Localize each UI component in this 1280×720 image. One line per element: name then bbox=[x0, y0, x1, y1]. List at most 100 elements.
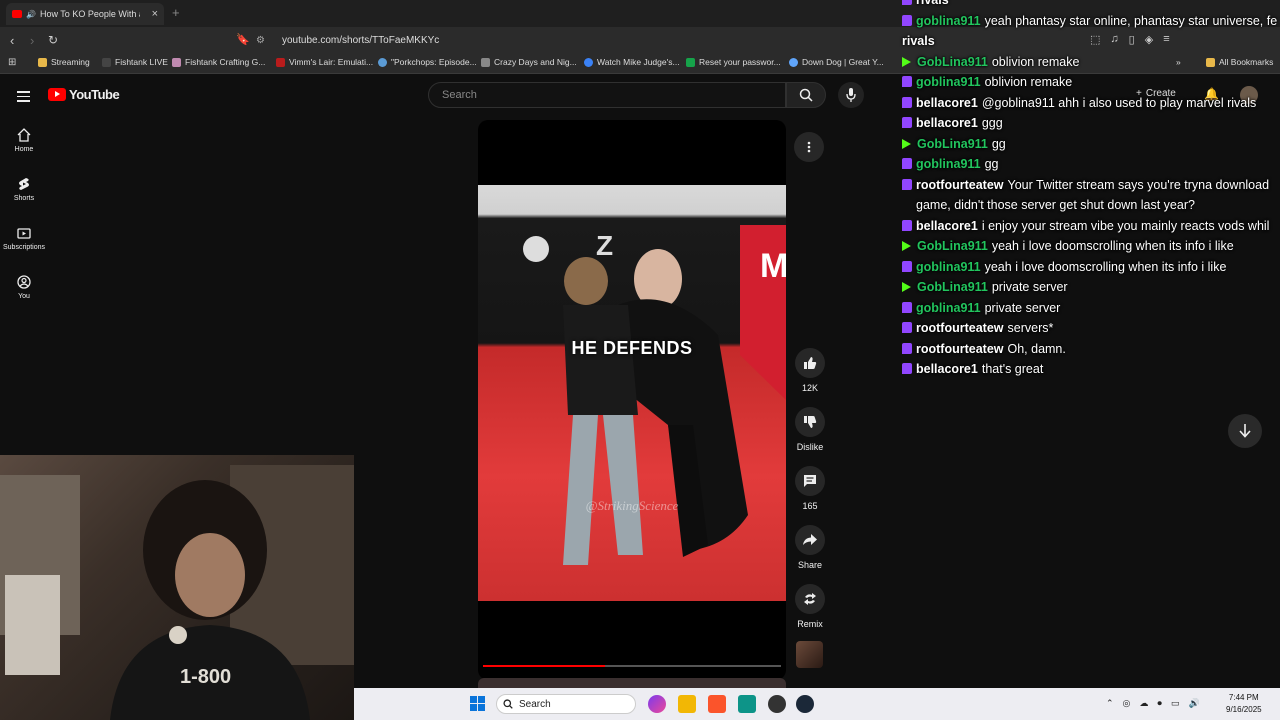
spreadsheet-app-icon[interactable] bbox=[738, 695, 756, 713]
microphone-icon[interactable]: ⏺ bbox=[1157, 698, 1162, 709]
steam-icon[interactable] bbox=[796, 695, 814, 713]
sidebar-item-shorts[interactable]: Shorts bbox=[0, 177, 48, 202]
chat-message: rivals bbox=[902, 34, 939, 48]
new-tab-icon[interactable]: + bbox=[172, 5, 180, 20]
chat-text: servers* bbox=[1007, 321, 1054, 335]
like-button[interactable]: 12K bbox=[790, 348, 830, 393]
close-tab-icon[interactable]: × bbox=[152, 8, 158, 20]
svg-text:M: M bbox=[760, 247, 786, 285]
voice-search-button[interactable] bbox=[838, 82, 864, 108]
bookmark-item[interactable]: Reset your passwor... bbox=[686, 57, 781, 67]
video-progress-bar[interactable] bbox=[483, 665, 781, 667]
chat-text: Your Twitter stream says you're tryna do… bbox=[1007, 177, 1270, 192]
chat-username: rivals bbox=[902, 34, 935, 48]
display-icon[interactable]: ▭ bbox=[1171, 698, 1180, 709]
copilot-icon[interactable] bbox=[648, 695, 666, 713]
chat-username: bellacore1 bbox=[916, 95, 978, 110]
video-watermark: @StrikingScience bbox=[585, 498, 679, 513]
dislike-button[interactable]: Dislike bbox=[790, 407, 830, 452]
chat-text: gg bbox=[991, 136, 1006, 151]
sidebar-item-subscriptions[interactable]: Subscriptions bbox=[0, 226, 48, 251]
chat-message: game, didn't those server get shut down … bbox=[916, 198, 1195, 212]
tab-title: How To KO People With a Cl... bbox=[39, 9, 140, 19]
obs-icon[interactable] bbox=[768, 695, 786, 713]
chat-message: goblina911 private server bbox=[902, 301, 1060, 315]
microphone-icon bbox=[846, 88, 856, 102]
chat-username: GobLina911 bbox=[917, 239, 988, 253]
bookmark-item[interactable]: Watch Mike Judge's... bbox=[584, 57, 680, 67]
chat-username: goblina911 bbox=[916, 75, 981, 89]
site-favicon-icon bbox=[686, 57, 695, 67]
tray-app-icon[interactable]: ◎ bbox=[1123, 698, 1131, 709]
chat-text: Oh, damn. bbox=[1007, 341, 1066, 356]
browser-tab[interactable]: 🔊 How To KO People With a Cl... × bbox=[6, 3, 164, 25]
arrow-down-icon bbox=[1239, 424, 1251, 438]
bookmark-item[interactable]: Fishtank LIVE bbox=[102, 57, 168, 67]
apps-grid-icon[interactable]: ⊞ bbox=[8, 57, 16, 68]
chat-message: rootfourteatew Your Twitter stream says y… bbox=[902, 178, 1269, 192]
cloud-icon[interactable]: ☁ bbox=[1139, 698, 1148, 709]
search-box bbox=[428, 82, 786, 108]
share-button[interactable]: Share bbox=[790, 525, 830, 570]
address-bar[interactable]: ⚙ youtube.com/shorts/TToFaeMKKYc bbox=[256, 31, 896, 49]
chat-text: yeah i love doomscrolling when its info … bbox=[991, 239, 1234, 253]
remix-button[interactable]: Remix bbox=[790, 584, 830, 629]
file-explorer-icon[interactable] bbox=[678, 695, 696, 713]
bookmark-item[interactable]: Down Dog | Great Y... bbox=[789, 57, 884, 67]
video-frame: M Z bbox=[478, 185, 786, 601]
sidebar-item-you[interactable]: You bbox=[0, 275, 48, 300]
sidebar-item-home[interactable]: Home bbox=[0, 128, 48, 153]
chat-message: rivals bbox=[902, 0, 953, 7]
chat-text: @goblina911 ahh i also used to play marv… bbox=[981, 95, 1257, 110]
chat-message: goblina911 yeah i love doomscrolling when… bbox=[902, 260, 1226, 274]
reload-icon[interactable]: ↻ bbox=[48, 33, 58, 47]
chat-message: rootfourteatew servers* bbox=[902, 321, 1053, 335]
next-short-preview[interactable] bbox=[478, 678, 786, 688]
twitch-icon bbox=[902, 178, 912, 190]
dislike-label: Dislike bbox=[796, 442, 824, 452]
search-icon bbox=[799, 88, 813, 102]
chevron-up-icon[interactable]: ⌃ bbox=[1106, 698, 1114, 709]
chat-message: GobLina911 private server bbox=[902, 280, 1068, 294]
chat-username: rootfourteatew bbox=[916, 341, 1004, 356]
bookmark-item[interactable]: Streaming bbox=[38, 57, 90, 67]
sound-thumbnail[interactable] bbox=[796, 641, 823, 668]
forward-icon[interactable]: › bbox=[30, 33, 34, 48]
chat-username: rivals bbox=[916, 0, 949, 7]
thumbs-up-icon bbox=[804, 357, 817, 369]
url-text: youtube.com/shorts/TToFaeMKKYc bbox=[282, 34, 440, 46]
bookmark-icon[interactable]: 🔖 bbox=[236, 33, 250, 46]
chat-text: ggg bbox=[981, 116, 1003, 130]
remix-label: Remix bbox=[797, 619, 823, 629]
comments-button[interactable]: 165 bbox=[790, 466, 830, 511]
shorts-video-player[interactable]: M Z HE DEFENDS @StrikingScience bbox=[478, 120, 786, 680]
chat-username: rootfourteatew bbox=[916, 177, 1004, 192]
bookmark-item[interactable]: "Porkchops: Episode... bbox=[378, 57, 477, 67]
chat-username: goblina911 bbox=[916, 300, 981, 315]
comment-count: 165 bbox=[802, 501, 818, 511]
twitch-icon bbox=[902, 14, 912, 26]
windows-start-icon[interactable] bbox=[470, 696, 485, 711]
fish-icon bbox=[102, 57, 111, 67]
youtube-logo[interactable]: YouTube bbox=[48, 87, 120, 102]
bookmark-item[interactable]: Crazy Days and Nig... bbox=[481, 57, 577, 67]
bookmark-item[interactable]: Vimm's Lair: Emulati... bbox=[276, 57, 373, 67]
volume-icon[interactable]: 🔊 bbox=[1188, 698, 1199, 709]
chat-message: GobLina911 oblivion remake bbox=[902, 55, 1079, 69]
you-icon bbox=[17, 275, 31, 289]
hamburger-menu-icon[interactable] bbox=[17, 88, 30, 105]
site-info-icon[interactable]: ⚙ bbox=[256, 35, 272, 46]
scroll-to-bottom-button[interactable] bbox=[1228, 414, 1262, 448]
back-icon[interactable]: ‹ bbox=[10, 33, 14, 48]
system-clock[interactable]: 7:44 PM 9/16/2025 bbox=[1226, 692, 1262, 716]
chat-message: rootfourteatew Oh, damn. bbox=[902, 342, 1066, 356]
brave-browser-icon[interactable] bbox=[708, 695, 726, 713]
search-button[interactable] bbox=[786, 82, 826, 108]
search-input[interactable] bbox=[440, 88, 764, 102]
search-icon bbox=[503, 699, 513, 709]
taskbar-search[interactable]: Search bbox=[496, 694, 636, 714]
progress-fill bbox=[483, 665, 606, 667]
chat-text: gg bbox=[984, 157, 999, 171]
bookmark-item[interactable]: Fishtank Crafting G... bbox=[172, 57, 265, 67]
more-options-button[interactable] bbox=[794, 132, 824, 162]
